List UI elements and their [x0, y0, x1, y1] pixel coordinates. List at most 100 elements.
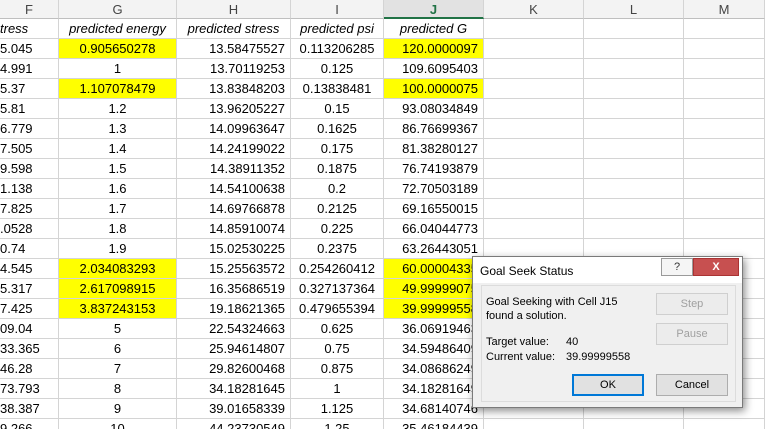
- cell-g[interactable]: 9: [59, 399, 177, 419]
- cancel-button[interactable]: Cancel: [656, 374, 728, 396]
- cell-j[interactable]: 34.18281649: [384, 379, 484, 399]
- cell-h[interactable]: 19.18621365: [177, 299, 291, 319]
- cell-h[interactable]: 15.02530225: [177, 239, 291, 259]
- cell-i[interactable]: 0.175: [291, 139, 384, 159]
- cell-f[interactable]: 9.266: [0, 419, 59, 429]
- cell-g[interactable]: 1.107078479: [59, 79, 177, 99]
- column-header-j[interactable]: J: [384, 0, 484, 19]
- cell-g[interactable]: 1.6: [59, 179, 177, 199]
- help-button[interactable]: ?: [661, 258, 693, 276]
- cell-i[interactable]: 0.15: [291, 99, 384, 119]
- cell-l[interactable]: [584, 99, 684, 119]
- cell-l[interactable]: [584, 419, 684, 429]
- cell-m[interactable]: [684, 179, 765, 199]
- cell-g[interactable]: 1.5: [59, 159, 177, 179]
- cell-l[interactable]: [584, 219, 684, 239]
- cell-h[interactable]: 14.54100638: [177, 179, 291, 199]
- cell-g[interactable]: 2.034083293: [59, 259, 177, 279]
- cell-k[interactable]: [484, 419, 584, 429]
- header-cell-l[interactable]: [584, 19, 684, 39]
- column-header-h[interactable]: H: [177, 0, 291, 19]
- cell-g[interactable]: 10: [59, 419, 177, 429]
- cell-i[interactable]: 0.625: [291, 319, 384, 339]
- header-cell-f[interactable]: tress: [0, 19, 59, 39]
- cell-l[interactable]: [584, 59, 684, 79]
- cell-f[interactable]: 5.045: [0, 39, 59, 59]
- cell-i[interactable]: 0.254260412: [291, 259, 384, 279]
- cell-l[interactable]: [584, 139, 684, 159]
- cell-j[interactable]: 36.06919463: [384, 319, 484, 339]
- cell-k[interactable]: [484, 59, 584, 79]
- cell-g[interactable]: 0.905650278: [59, 39, 177, 59]
- cell-h[interactable]: 14.09963647: [177, 119, 291, 139]
- cell-g[interactable]: 7: [59, 359, 177, 379]
- header-cell-h[interactable]: predicted stress: [177, 19, 291, 39]
- cell-j[interactable]: 69.16550015: [384, 199, 484, 219]
- cell-f[interactable]: 5.81: [0, 99, 59, 119]
- cell-i[interactable]: 0.479655394: [291, 299, 384, 319]
- cell-f[interactable]: 5.317: [0, 279, 59, 299]
- cell-i[interactable]: 1: [291, 379, 384, 399]
- cell-l[interactable]: [584, 119, 684, 139]
- header-cell-g[interactable]: predicted energy: [59, 19, 177, 39]
- cell-f[interactable]: 4.545: [0, 259, 59, 279]
- cell-k[interactable]: [484, 159, 584, 179]
- cell-h[interactable]: 14.69766878: [177, 199, 291, 219]
- cell-g[interactable]: 6: [59, 339, 177, 359]
- cell-j[interactable]: 120.0000097: [384, 39, 484, 59]
- cell-g[interactable]: 1.9: [59, 239, 177, 259]
- cell-j[interactable]: 100.0000075: [384, 79, 484, 99]
- cell-i[interactable]: 1.25: [291, 419, 384, 429]
- cell-m[interactable]: [684, 219, 765, 239]
- cell-g[interactable]: 2.617098915: [59, 279, 177, 299]
- column-header-f[interactable]: F: [0, 0, 59, 19]
- cell-f[interactable]: 7.825: [0, 199, 59, 219]
- cell-f[interactable]: 1.138: [0, 179, 59, 199]
- cell-f[interactable]: 4.991: [0, 59, 59, 79]
- cell-k[interactable]: [484, 79, 584, 99]
- cell-i[interactable]: 0.875: [291, 359, 384, 379]
- cell-g[interactable]: 1: [59, 59, 177, 79]
- cell-j[interactable]: 49.99999075: [384, 279, 484, 299]
- cell-k[interactable]: [484, 179, 584, 199]
- cell-j[interactable]: 35.46184439: [384, 419, 484, 429]
- cell-h[interactable]: 13.96205227: [177, 99, 291, 119]
- cell-g[interactable]: 1.3: [59, 119, 177, 139]
- cell-h[interactable]: 16.35686519: [177, 279, 291, 299]
- cell-h[interactable]: 39.01658339: [177, 399, 291, 419]
- cell-m[interactable]: [684, 39, 765, 59]
- cell-j[interactable]: 86.76699367: [384, 119, 484, 139]
- cell-i[interactable]: 0.75: [291, 339, 384, 359]
- cell-g[interactable]: 1.7: [59, 199, 177, 219]
- cell-h[interactable]: 14.24199022: [177, 139, 291, 159]
- cell-k[interactable]: [484, 99, 584, 119]
- column-header-g[interactable]: G: [59, 0, 177, 19]
- cell-h[interactable]: 13.83848203: [177, 79, 291, 99]
- cell-g[interactable]: 1.8: [59, 219, 177, 239]
- cell-i[interactable]: 0.1625: [291, 119, 384, 139]
- cell-i[interactable]: 0.125: [291, 59, 384, 79]
- cell-i[interactable]: 0.2375: [291, 239, 384, 259]
- cell-h[interactable]: 13.70119253: [177, 59, 291, 79]
- header-cell-i[interactable]: predicted psi: [291, 19, 384, 39]
- cell-h[interactable]: 44.23730549: [177, 419, 291, 429]
- cell-f[interactable]: 73.793: [0, 379, 59, 399]
- column-header-i[interactable]: I: [291, 0, 384, 19]
- cell-k[interactable]: [484, 39, 584, 59]
- cell-f[interactable]: 33.365: [0, 339, 59, 359]
- cell-f[interactable]: 7.425: [0, 299, 59, 319]
- cell-i[interactable]: 0.225: [291, 219, 384, 239]
- cell-i[interactable]: 0.1875: [291, 159, 384, 179]
- cell-j[interactable]: 66.04044773: [384, 219, 484, 239]
- column-header-k[interactable]: K: [484, 0, 584, 19]
- cell-h[interactable]: 22.54324663: [177, 319, 291, 339]
- cell-h[interactable]: 29.82600468: [177, 359, 291, 379]
- cell-k[interactable]: [484, 139, 584, 159]
- cell-l[interactable]: [584, 79, 684, 99]
- cell-m[interactable]: [684, 139, 765, 159]
- cell-f[interactable]: .0528: [0, 219, 59, 239]
- cell-m[interactable]: [684, 119, 765, 139]
- cell-j[interactable]: 34.68140746: [384, 399, 484, 419]
- cell-l[interactable]: [584, 159, 684, 179]
- cell-j[interactable]: 93.08034849: [384, 99, 484, 119]
